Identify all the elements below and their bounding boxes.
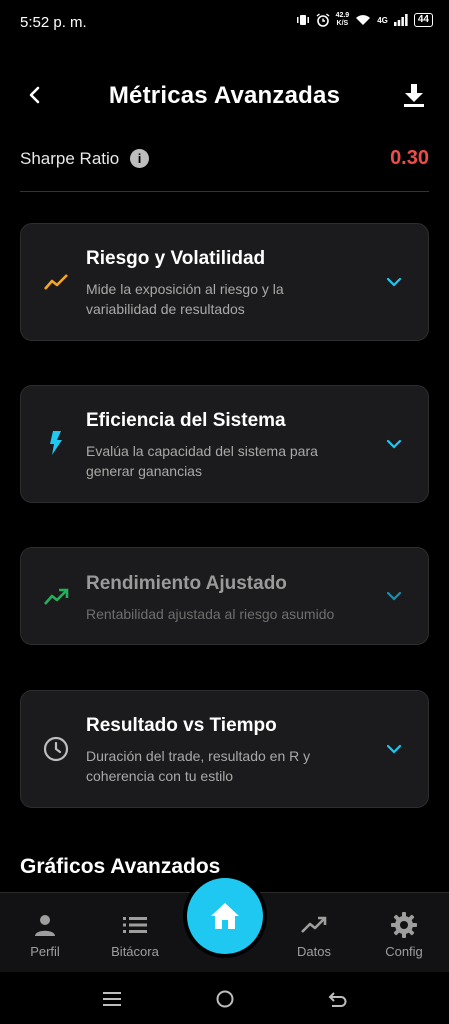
battery-indicator: 44	[413, 13, 433, 27]
chevron-down-icon[interactable]	[386, 274, 402, 290]
card-description: Evalúa la capacidad del sistema para gen…	[86, 443, 318, 479]
nav-label: Bitácora	[111, 944, 159, 959]
info-icon[interactable]: i	[130, 149, 149, 168]
card-description: Rentabilidad ajustada al riesgo asumido	[86, 606, 335, 622]
recent-apps-button[interactable]	[100, 988, 124, 1010]
system-home-button[interactable]	[213, 988, 237, 1010]
card-description: Duración del trade, resultado en R y coh…	[86, 748, 311, 784]
page-title: Métricas Avanzadas	[108, 82, 341, 109]
home-icon	[211, 903, 239, 929]
card-eficiencia-sistema[interactable]: Eficiencia del Sistema Evalúa la capacid…	[20, 385, 429, 503]
nav-item-perfil[interactable]: Perfil	[5, 912, 85, 959]
section-title: Gráficos Avanzados	[20, 855, 221, 878]
signal-icon	[393, 14, 408, 26]
network-type: 4G	[377, 15, 388, 25]
card-title: Rendimiento Ajustado	[86, 573, 287, 594]
sharpe-value: 0.30	[390, 147, 429, 169]
chevron-down-icon[interactable]	[386, 436, 402, 452]
trending-line-icon	[44, 274, 68, 290]
status-icons: 42.9 K/S 4G 44	[296, 12, 433, 28]
nav-item-datos[interactable]: Datos	[274, 912, 354, 959]
home-button[interactable]	[187, 878, 263, 954]
nav-item-config[interactable]: Config	[364, 912, 444, 959]
card-resultado-tiempo[interactable]: Resultado vs Tiempo Duración del trade, …	[20, 690, 429, 808]
system-back-button[interactable]	[326, 988, 350, 1010]
trending-up-icon	[44, 588, 69, 605]
chart-icon	[301, 916, 327, 933]
menu-icon	[103, 992, 121, 1006]
chevron-down-icon[interactable]	[386, 741, 402, 757]
wifi-icon	[356, 15, 371, 25]
gear-icon	[391, 912, 417, 938]
status-time: 5:52 p. m.	[20, 14, 87, 31]
chevron-down-icon[interactable]	[386, 588, 402, 604]
nav-label: Config	[385, 944, 423, 959]
person-icon	[35, 915, 55, 936]
card-riesgo-volatilidad[interactable]: Riesgo y Volatilidad Mide la exposición …	[20, 223, 429, 341]
nav-item-bitacora[interactable]: Bitácora	[95, 912, 175, 959]
net-speed: 42.9 K/S	[335, 12, 350, 27]
card-description: Mide la exposición al riesgo y la variab…	[86, 281, 284, 317]
vibrate-icon	[296, 15, 309, 25]
nav-label: Perfil	[30, 944, 60, 959]
divider	[20, 191, 429, 192]
card-title: Resultado vs Tiempo	[86, 715, 277, 736]
card-title: Eficiencia del Sistema	[86, 410, 286, 431]
nav-label: Datos	[297, 944, 331, 959]
lightning-icon	[50, 431, 62, 455]
clock-icon	[43, 736, 69, 762]
alarm-icon	[316, 13, 330, 27]
circle-icon	[216, 990, 234, 1008]
download-button[interactable]	[401, 82, 427, 108]
card-title: Riesgo y Volatilidad	[86, 248, 266, 269]
sharpe-label: Sharpe Ratio	[20, 149, 120, 168]
list-icon	[123, 917, 147, 933]
card-rendimiento-ajustado[interactable]: Rendimiento Ajustado Rentabilidad ajusta…	[20, 547, 429, 645]
download-icon	[404, 84, 424, 107]
back-arrow-icon	[328, 992, 347, 1007]
